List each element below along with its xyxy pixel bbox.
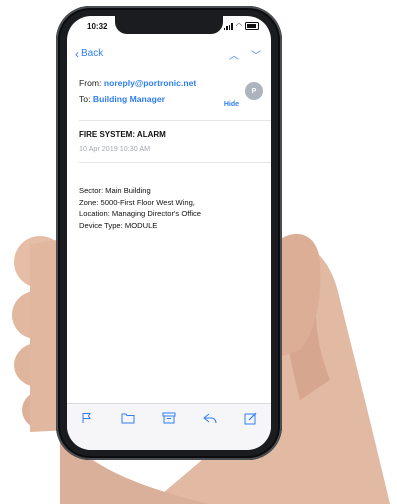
signal-icon: [223, 22, 233, 30]
status-bar: 10:32 ◠: [67, 16, 271, 48]
body-line: Location: Managing Director's Office: [79, 209, 202, 219]
hide-details-button[interactable]: Hide: [224, 101, 239, 108]
flag-icon[interactable]: [79, 410, 95, 426]
reply-icon[interactable]: [202, 410, 218, 426]
email-date: 10 Apr 2019 10:30 AM: [79, 144, 151, 153]
from-address[interactable]: noreply@portronic.net: [104, 78, 196, 88]
from-label: From:: [79, 78, 102, 88]
phone-frame: 10:32 ◠ ‹ Back ︿ ﹀ From: noreply@portron…: [56, 6, 282, 460]
chevron-left-icon: ‹: [75, 46, 79, 61]
from-row: From: noreply@portronic.net: [79, 78, 261, 88]
email-body: Sector: Main Building Zone: 5000-First F…: [79, 185, 201, 232]
body-line: Sector: Main Building: [79, 186, 151, 195]
status-icons: ◠: [223, 22, 259, 30]
compose-icon[interactable]: [243, 410, 259, 426]
back-label: Back: [81, 48, 104, 59]
mail-toolbar: [67, 403, 271, 450]
phone-screen: 10:32 ◠ ‹ Back ︿ ﹀ From: noreply@portron…: [67, 16, 271, 450]
chevron-up-icon[interactable]: ︿: [229, 47, 239, 62]
body-line: Device Type: MODULE: [79, 221, 158, 231]
email-subject: FIRE SYSTEM: ALARM: [79, 130, 166, 139]
folder-icon[interactable]: [120, 410, 136, 426]
battery-icon: [245, 22, 259, 30]
back-button[interactable]: ‹ Back: [75, 46, 104, 61]
body-line: Zone: 5000-First Floor West Wing,: [79, 197, 195, 207]
to-label: To:: [79, 94, 91, 104]
to-recipient[interactable]: Building Manager: [93, 94, 165, 104]
archive-icon[interactable]: [161, 410, 177, 426]
status-time: 10:32: [87, 22, 108, 31]
divider: [79, 162, 271, 163]
mail-nav-bar: ‹ Back ︿ ﹀: [67, 46, 271, 66]
message-arrows: ︿ ﹀: [229, 47, 261, 62]
wifi-icon: ◠: [235, 23, 242, 30]
chevron-down-icon[interactable]: ﹀: [251, 47, 261, 62]
avatar: P: [245, 82, 263, 100]
divider: [79, 120, 271, 121]
